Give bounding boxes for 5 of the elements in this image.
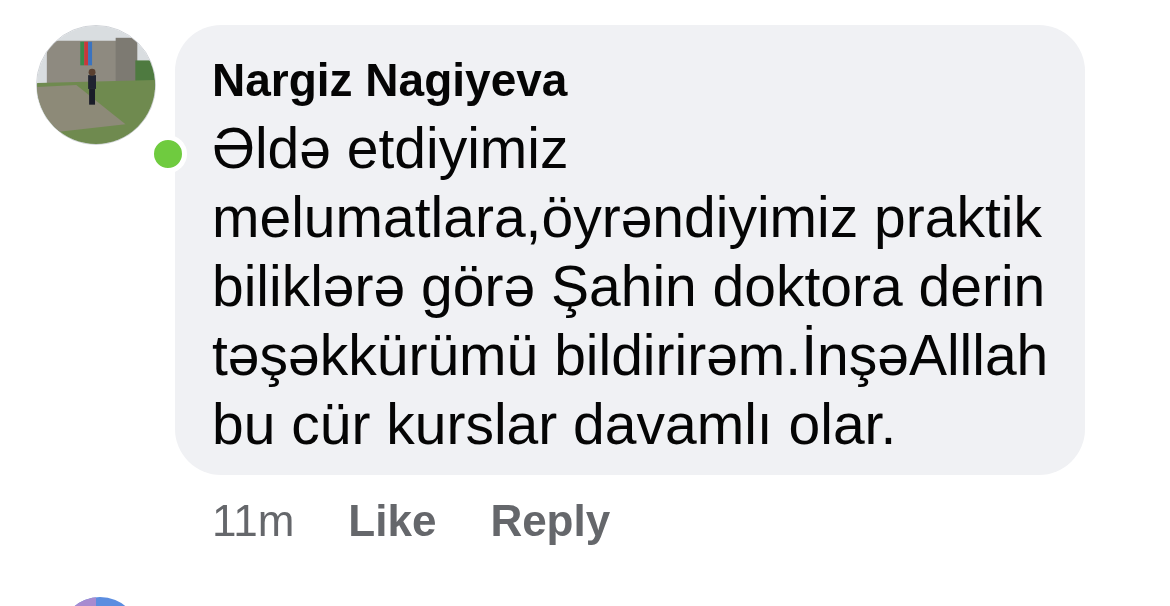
comment-time: 11m xyxy=(212,495,295,547)
comment-action-link[interactable]: Like xyxy=(348,493,437,549)
comment-text: Əldə etdiyimiz melumatlara,öyrəndiyimiz praktik biliklərə görə Şahin doktora derin təşəkkürümü bildirirəm.İnşəAlllah bu cür kurslar davamlı olar. xyxy=(212,115,1050,458)
author-name[interactable]: Nargiz Nagiyeva xyxy=(212,52,1055,108)
comment-action-link[interactable]: Reply xyxy=(490,493,611,549)
